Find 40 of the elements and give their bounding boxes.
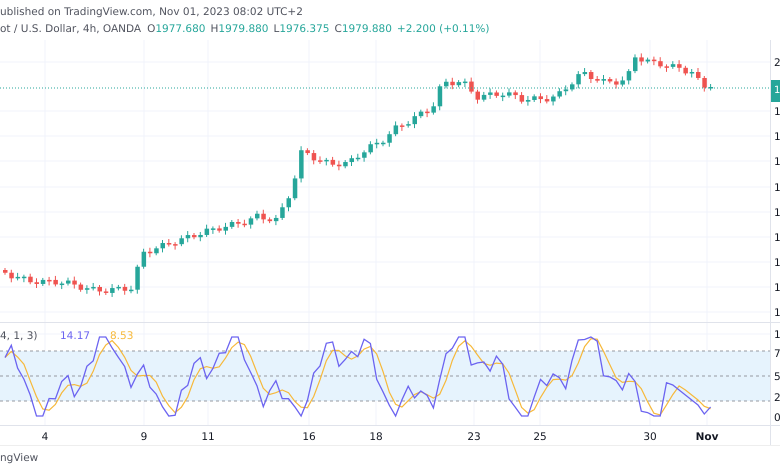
price-axis-label: 1: [774, 207, 780, 219]
oscillator-axis-label: 5: [774, 371, 780, 383]
change-value: +2.200 (+0.11%): [396, 22, 490, 34]
price-axis-label: 1: [774, 232, 780, 244]
price-axis-label: 1: [774, 182, 780, 194]
time-axis-label: 11: [201, 431, 215, 443]
price-badge: 1: [771, 80, 780, 102]
ohlc-label: H: [210, 22, 218, 34]
time-axis-label: 9: [140, 431, 148, 443]
ohlc-value: 1979.880: [218, 22, 268, 34]
oscillator-axis-label: 1: [774, 329, 780, 341]
time-axis-label: 25: [533, 431, 547, 443]
price-axis-label: 1: [774, 156, 780, 168]
oscillator-params: 4, 1, 3): [0, 330, 38, 342]
time-axis-label: 23: [467, 431, 481, 443]
published-caption: ublished on TradingView.com, Nov 01, 2023 08:02 UTC+2: [0, 6, 303, 18]
ohlc-value: 1977.680: [155, 22, 206, 34]
time-axis-label: 30: [643, 431, 657, 443]
price-axis-label: 1: [774, 307, 780, 319]
oscillator-value: 14.17: [60, 330, 90, 342]
time-axis-label: 16: [302, 431, 316, 443]
price-axis-label: 2: [774, 57, 780, 69]
price-axis-label: 1: [774, 282, 780, 294]
time-axis-label: 18: [369, 431, 383, 443]
watermark-caption: ngView: [0, 452, 38, 464]
ohlc-label: C: [334, 22, 342, 34]
ohlc-value: 1976.375: [279, 22, 330, 34]
ohlc-value: 1979.880: [342, 22, 392, 34]
oscillator-axis-label: 0: [774, 412, 780, 424]
ohlc-label: L: [274, 22, 280, 34]
oscillator-axis-label: 7: [774, 348, 780, 360]
price-axis-label: 1: [774, 131, 780, 143]
time-axis-label: 4: [42, 431, 48, 443]
signal-value: 8.53: [110, 330, 134, 342]
price-axis-label: 1: [774, 257, 780, 269]
time-axis-label: Nov: [696, 431, 718, 443]
price-axis-label: 1: [774, 106, 780, 118]
symbol-title: ot / U.S. Dollar, 4h, OANDA: [0, 22, 142, 34]
ohlc-label: O: [147, 22, 156, 34]
oscillator-axis-label: 2: [774, 392, 780, 404]
